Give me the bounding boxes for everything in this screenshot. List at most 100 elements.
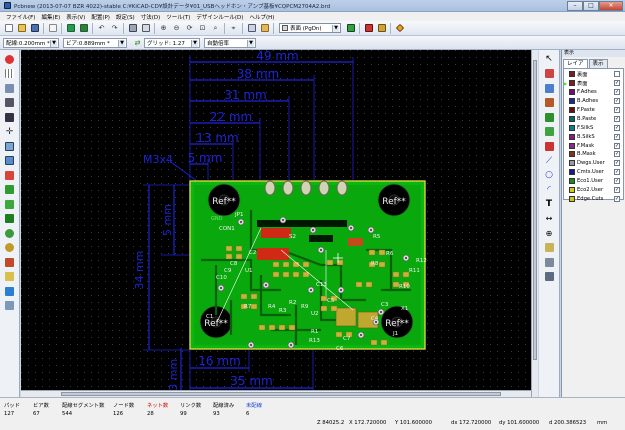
tab-layers[interactable]: レイア [563, 59, 588, 68]
layer-visibility-checkbox[interactable] [614, 71, 620, 78]
layer-row[interactable]: Cmts.User ✓ [564, 168, 623, 177]
layer-visibility-checkbox[interactable]: ✓ [614, 151, 620, 158]
via-size-select[interactable]: ビア:0.889mm * ▼ [63, 37, 127, 48]
add-keepout-icon[interactable] [543, 140, 555, 152]
pcb-canvas[interactable]: 49 mm 38 mm 31 mm 22 mm 13 mm 5 mm 16 mm 35 mm 3… [21, 50, 538, 397]
add-circle-icon[interactable]: ○ [543, 169, 555, 181]
menu-dimensions[interactable]: 寸法(D) [138, 13, 164, 21]
layer-row[interactable]: F.SilkS ✓ [564, 123, 623, 132]
add-arc-icon[interactable]: ◜ [543, 184, 555, 196]
module-viewer-icon[interactable] [78, 23, 89, 34]
layer-visibility-checkbox[interactable]: ✓ [614, 195, 620, 202]
delete-icon[interactable] [543, 242, 555, 254]
layer-color-swatch[interactable] [569, 133, 575, 140]
minimize-button[interactable]: – [567, 0, 583, 11]
layer-visibility-checkbox[interactable]: ✓ [614, 107, 620, 113]
vertical-scroll-thumb[interactable] [533, 60, 537, 360]
close-button[interactable]: ✕ [599, 0, 623, 11]
redo-icon[interactable]: ↷ [109, 23, 120, 34]
add-track-icon[interactable] [543, 111, 555, 123]
zoom-select[interactable]: 自動倍率 ▼ [204, 37, 256, 48]
layer-color-swatch[interactable] [569, 124, 575, 131]
layer-color-swatch[interactable] [569, 169, 575, 176]
layer-visibility-checkbox[interactable]: ✓ [614, 133, 620, 140]
menu-design-rules[interactable]: デザインルール(D) [193, 13, 246, 21]
mode-module-icon[interactable] [363, 23, 374, 34]
horizontal-scrollbar[interactable] [21, 390, 531, 397]
undo-icon[interactable]: ↶ [96, 23, 107, 34]
layer-color-swatch[interactable] [569, 195, 575, 202]
layer-row[interactable]: B.Mask ✓ [564, 150, 623, 159]
netlist-icon[interactable] [246, 23, 257, 34]
zoom-out-icon[interactable]: ⊖ [171, 23, 182, 34]
menu-help[interactable]: ヘルプ(H) [246, 13, 277, 21]
microwave-toolbar-icon[interactable] [4, 285, 16, 297]
menu-view[interactable]: 表示(V) [63, 13, 88, 21]
module-editor-icon[interactable] [65, 23, 76, 34]
via-sketch-icon[interactable] [4, 242, 16, 254]
zone-outline-icon[interactable] [4, 198, 16, 210]
layer-color-swatch[interactable] [569, 71, 575, 78]
layer-color-swatch[interactable] [569, 107, 575, 113]
zoom-selection-icon[interactable]: ⌕ [210, 23, 221, 34]
pcb-drawing[interactable]: 49 mm 38 mm 31 mm 22 mm 13 mm 5 mm 16 mm 35 mm 3… [21, 50, 538, 397]
layer-row[interactable]: ▶ 表面 ✓ [564, 79, 623, 88]
plot-icon[interactable] [140, 23, 151, 34]
add-target-icon[interactable]: ⊕ [543, 227, 555, 239]
layer-visibility-checkbox[interactable]: ✓ [614, 169, 620, 176]
page-settings-icon[interactable] [47, 23, 58, 34]
auto-delete-track-icon[interactable] [4, 169, 16, 181]
layer-select[interactable]: 表面 (PgDn) ▼ [279, 23, 341, 33]
menu-place[interactable]: 配置(P) [88, 13, 113, 21]
layer-color-swatch[interactable] [569, 80, 575, 87]
add-zone-icon[interactable] [543, 126, 555, 138]
pad-sketch-icon[interactable] [4, 227, 16, 239]
add-text-icon[interactable]: T [543, 198, 555, 210]
layer-row[interactable]: B.Adhes ✓ [564, 97, 623, 106]
horizontal-scroll-thumb[interactable] [61, 392, 501, 396]
layer-color-swatch[interactable] [569, 160, 575, 167]
layer-visibility-checkbox[interactable]: ✓ [614, 160, 620, 167]
zoom-fit-icon[interactable]: ⊡ [197, 23, 208, 34]
highlight-net-icon[interactable] [543, 68, 555, 80]
grid-toggle-icon[interactable] [4, 68, 16, 80]
maximize-button[interactable]: □ [583, 0, 599, 11]
open-board-icon[interactable] [16, 23, 27, 34]
layer-row[interactable]: B.SilkS ✓ [564, 132, 623, 141]
layer-color-swatch[interactable] [569, 98, 575, 105]
layer-visibility-checkbox[interactable]: ✓ [614, 89, 620, 96]
layer-visibility-checkbox[interactable]: ✓ [614, 142, 620, 149]
layer-color-swatch[interactable] [569, 142, 575, 149]
layer-row[interactable]: Edge.Cuts ✓ [564, 194, 623, 203]
drc-off-icon[interactable] [4, 53, 16, 65]
menu-file[interactable]: ファイル(F) [3, 13, 38, 21]
layer-row[interactable]: 裏面 [564, 70, 623, 79]
zone-fill-icon[interactable] [4, 213, 16, 225]
local-ratsnest-icon[interactable] [543, 82, 555, 94]
layer-visibility-checkbox[interactable]: ✓ [614, 178, 620, 185]
add-module-icon[interactable] [543, 97, 555, 109]
layer-color-swatch[interactable] [569, 151, 575, 158]
freeroute-icon[interactable] [394, 23, 405, 34]
menu-preferences[interactable]: 設定(S) [113, 13, 138, 21]
layer-row[interactable]: F.Adhes ✓ [564, 88, 623, 97]
layer-row[interactable]: Eco1.User ✓ [564, 177, 623, 186]
track-width-select[interactable]: 配線:0.200mm * ▼ [3, 37, 59, 48]
layer-visibility-checkbox[interactable]: ✓ [614, 98, 620, 105]
layer-color-swatch[interactable] [569, 89, 575, 96]
layer-row[interactable]: B.Paste ✓ [564, 114, 623, 123]
layer-color-swatch[interactable] [569, 187, 575, 194]
set-offset-icon[interactable] [543, 256, 555, 268]
layer-visibility-checkbox[interactable]: ✓ [614, 115, 620, 122]
print-icon[interactable] [127, 23, 138, 34]
grid-select[interactable]: グリッド: 1.27 ▼ [144, 37, 200, 48]
polar-coords-icon[interactable] [4, 82, 16, 94]
high-contrast-icon[interactable] [4, 271, 16, 283]
zone-display-icon[interactable] [4, 184, 16, 196]
layer-row[interactable]: F.Paste ✓ [564, 106, 623, 115]
zoom-redraw-icon[interactable]: ⟳ [184, 23, 195, 34]
grid-origin-icon[interactable] [543, 271, 555, 283]
vertical-scrollbar[interactable] [531, 50, 538, 397]
units-mm-icon[interactable] [4, 111, 16, 123]
menu-tools[interactable]: ツール(T) [163, 13, 193, 21]
